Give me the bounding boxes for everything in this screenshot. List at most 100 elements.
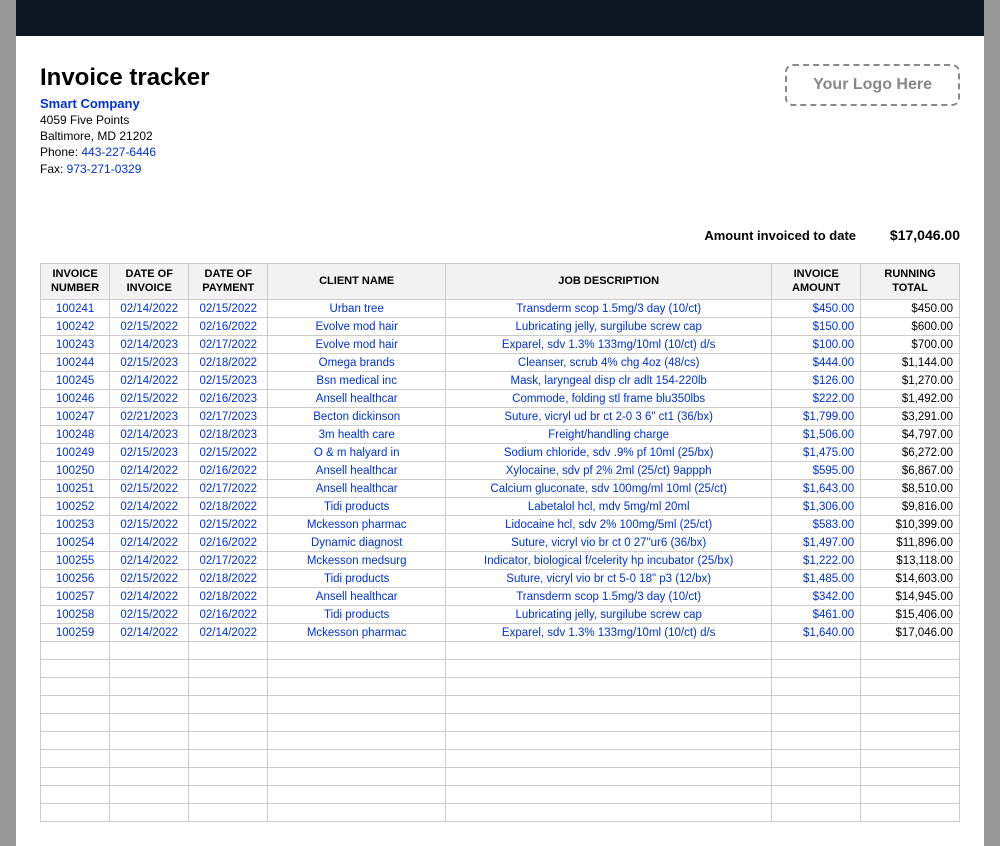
cell-date-invoice[interactable]: 02/15/2022 xyxy=(110,390,189,408)
cell-invoice-amount[interactable]: $342.00 xyxy=(772,588,861,606)
cell-date-payment[interactable]: 02/14/2022 xyxy=(189,624,268,642)
cell-invoice-number[interactable]: 100256 xyxy=(41,570,110,588)
cell-client-name[interactable]: 3m health care xyxy=(268,426,446,444)
cell-date-payment[interactable]: 02/16/2022 xyxy=(189,534,268,552)
fax-value[interactable]: 973-271-0329 xyxy=(67,162,142,176)
cell-date-invoice[interactable]: 02/21/2023 xyxy=(110,408,189,426)
cell-date-invoice[interactable]: 02/15/2022 xyxy=(110,606,189,624)
cell-invoice-amount[interactable]: $1,485.00 xyxy=(772,570,861,588)
cell-invoice-number[interactable]: 100244 xyxy=(41,354,110,372)
phone-value[interactable]: 443-227-6446 xyxy=(81,145,156,159)
cell-date-invoice[interactable]: 02/15/2023 xyxy=(110,354,189,372)
cell-date-invoice[interactable]: 02/15/2023 xyxy=(110,444,189,462)
cell-date-invoice[interactable]: 02/15/2022 xyxy=(110,570,189,588)
cell-date-payment[interactable]: 02/15/2022 xyxy=(189,300,268,318)
cell-job-description[interactable]: Calcium gluconate, sdv 100mg/ml 10ml (25… xyxy=(446,480,772,498)
cell-invoice-number[interactable]: 100242 xyxy=(41,318,110,336)
cell-invoice-number[interactable]: 100247 xyxy=(41,408,110,426)
cell-client-name[interactable]: Omega brands xyxy=(268,354,446,372)
cell-invoice-number[interactable]: 100251 xyxy=(41,480,110,498)
cell-date-payment[interactable]: 02/16/2022 xyxy=(189,606,268,624)
cell-date-payment[interactable]: 02/16/2022 xyxy=(189,318,268,336)
cell-client-name[interactable]: O & m halyard in xyxy=(268,444,446,462)
cell-job-description[interactable]: Lubricating jelly, surgilube screw cap xyxy=(446,318,772,336)
cell-invoice-number[interactable]: 100246 xyxy=(41,390,110,408)
cell-job-description[interactable]: Xylocaine, sdv pf 2% 2ml (25/ct) 9appph xyxy=(446,462,772,480)
cell-invoice-amount[interactable]: $150.00 xyxy=(772,318,861,336)
cell-date-invoice[interactable]: 02/15/2022 xyxy=(110,318,189,336)
cell-invoice-amount[interactable]: $1,643.00 xyxy=(772,480,861,498)
cell-date-payment[interactable]: 02/18/2022 xyxy=(189,498,268,516)
cell-client-name[interactable]: Tidi products xyxy=(268,570,446,588)
cell-client-name[interactable]: Ansell healthcar xyxy=(268,462,446,480)
cell-invoice-number[interactable]: 100249 xyxy=(41,444,110,462)
cell-job-description[interactable]: Labetalol hcl, mdv 5mg/ml 20ml xyxy=(446,498,772,516)
cell-date-invoice[interactable]: 02/14/2022 xyxy=(110,588,189,606)
cell-date-invoice[interactable]: 02/15/2022 xyxy=(110,480,189,498)
cell-invoice-number[interactable]: 100257 xyxy=(41,588,110,606)
cell-job-description[interactable]: Indicator, biological f/celerity hp incu… xyxy=(446,552,772,570)
cell-date-payment[interactable]: 02/16/2023 xyxy=(189,390,268,408)
cell-job-description[interactable]: Sodium chloride, sdv .9% pf 10ml (25/bx) xyxy=(446,444,772,462)
cell-client-name[interactable]: Mckesson medsurg xyxy=(268,552,446,570)
cell-invoice-number[interactable]: 100252 xyxy=(41,498,110,516)
cell-date-payment[interactable]: 02/17/2023 xyxy=(189,408,268,426)
cell-date-payment[interactable]: 02/16/2022 xyxy=(189,462,268,480)
cell-job-description[interactable]: Transderm scop 1.5mg/3 day (10/ct) xyxy=(446,300,772,318)
cell-date-invoice[interactable]: 02/14/2022 xyxy=(110,300,189,318)
cell-date-invoice[interactable]: 02/14/2022 xyxy=(110,372,189,390)
cell-date-invoice[interactable]: 02/14/2023 xyxy=(110,336,189,354)
cell-invoice-number[interactable]: 100254 xyxy=(41,534,110,552)
cell-job-description[interactable]: Commode, folding stl frame blu350lbs xyxy=(446,390,772,408)
logo-placeholder[interactable]: Your Logo Here xyxy=(785,64,960,106)
cell-client-name[interactable]: Urban tree xyxy=(268,300,446,318)
cell-date-payment[interactable]: 02/15/2022 xyxy=(189,516,268,534)
cell-invoice-amount[interactable]: $222.00 xyxy=(772,390,861,408)
cell-job-description[interactable]: Suture, vicryl vio br ct 5-0 18" p3 (12/… xyxy=(446,570,772,588)
cell-date-invoice[interactable]: 02/14/2022 xyxy=(110,498,189,516)
cell-invoice-number[interactable]: 100241 xyxy=(41,300,110,318)
cell-invoice-number[interactable]: 100255 xyxy=(41,552,110,570)
cell-client-name[interactable]: Ansell healthcar xyxy=(268,588,446,606)
cell-job-description[interactable]: Transderm scop 1.5mg/3 day (10/ct) xyxy=(446,588,772,606)
cell-date-invoice[interactable]: 02/14/2022 xyxy=(110,462,189,480)
cell-invoice-amount[interactable]: $1,799.00 xyxy=(772,408,861,426)
cell-job-description[interactable]: Lubricating jelly, surgilube screw cap xyxy=(446,606,772,624)
cell-invoice-number[interactable]: 100259 xyxy=(41,624,110,642)
cell-job-description[interactable]: Freight/handling charge xyxy=(446,426,772,444)
cell-client-name[interactable]: Ansell healthcar xyxy=(268,480,446,498)
cell-job-description[interactable]: Exparel, sdv 1.3% 133mg/10ml (10/ct) d/s xyxy=(446,624,772,642)
cell-job-description[interactable]: Suture, vicryl vio br ct 0 27"ur6 (36/bx… xyxy=(446,534,772,552)
cell-date-payment[interactable]: 02/17/2022 xyxy=(189,552,268,570)
cell-client-name[interactable]: Evolve mod hair xyxy=(268,318,446,336)
cell-invoice-number[interactable]: 100250 xyxy=(41,462,110,480)
cell-date-payment[interactable]: 02/15/2023 xyxy=(189,372,268,390)
cell-date-invoice[interactable]: 02/14/2022 xyxy=(110,534,189,552)
cell-date-payment[interactable]: 02/17/2022 xyxy=(189,336,268,354)
cell-client-name[interactable]: Ansell healthcar xyxy=(268,390,446,408)
cell-invoice-amount[interactable]: $1,306.00 xyxy=(772,498,861,516)
cell-job-description[interactable]: Lidocaine hcl, sdv 2% 100mg/5ml (25/ct) xyxy=(446,516,772,534)
cell-client-name[interactable]: Becton dickinson xyxy=(268,408,446,426)
cell-date-invoice[interactable]: 02/14/2023 xyxy=(110,426,189,444)
cell-client-name[interactable]: Tidi products xyxy=(268,498,446,516)
cell-job-description[interactable]: Cleanser, scrub 4% chg 4oz (48/cs) xyxy=(446,354,772,372)
cell-invoice-number[interactable]: 100243 xyxy=(41,336,110,354)
cell-invoice-number[interactable]: 100248 xyxy=(41,426,110,444)
cell-invoice-amount[interactable]: $583.00 xyxy=(772,516,861,534)
cell-invoice-amount[interactable]: $461.00 xyxy=(772,606,861,624)
cell-client-name[interactable]: Evolve mod hair xyxy=(268,336,446,354)
cell-invoice-amount[interactable]: $1,497.00 xyxy=(772,534,861,552)
cell-date-invoice[interactable]: 02/15/2022 xyxy=(110,516,189,534)
cell-client-name[interactable]: Tidi products xyxy=(268,606,446,624)
cell-client-name[interactable]: Mckesson pharmac xyxy=(268,624,446,642)
cell-date-payment[interactable]: 02/15/2022 xyxy=(189,444,268,462)
cell-invoice-amount[interactable]: $595.00 xyxy=(772,462,861,480)
cell-invoice-amount[interactable]: $126.00 xyxy=(772,372,861,390)
cell-invoice-number[interactable]: 100245 xyxy=(41,372,110,390)
cell-invoice-amount[interactable]: $1,640.00 xyxy=(772,624,861,642)
cell-client-name[interactable]: Bsn medical inc xyxy=(268,372,446,390)
cell-date-invoice[interactable]: 02/14/2022 xyxy=(110,552,189,570)
cell-date-payment[interactable]: 02/18/2022 xyxy=(189,570,268,588)
cell-invoice-amount[interactable]: $450.00 xyxy=(772,300,861,318)
